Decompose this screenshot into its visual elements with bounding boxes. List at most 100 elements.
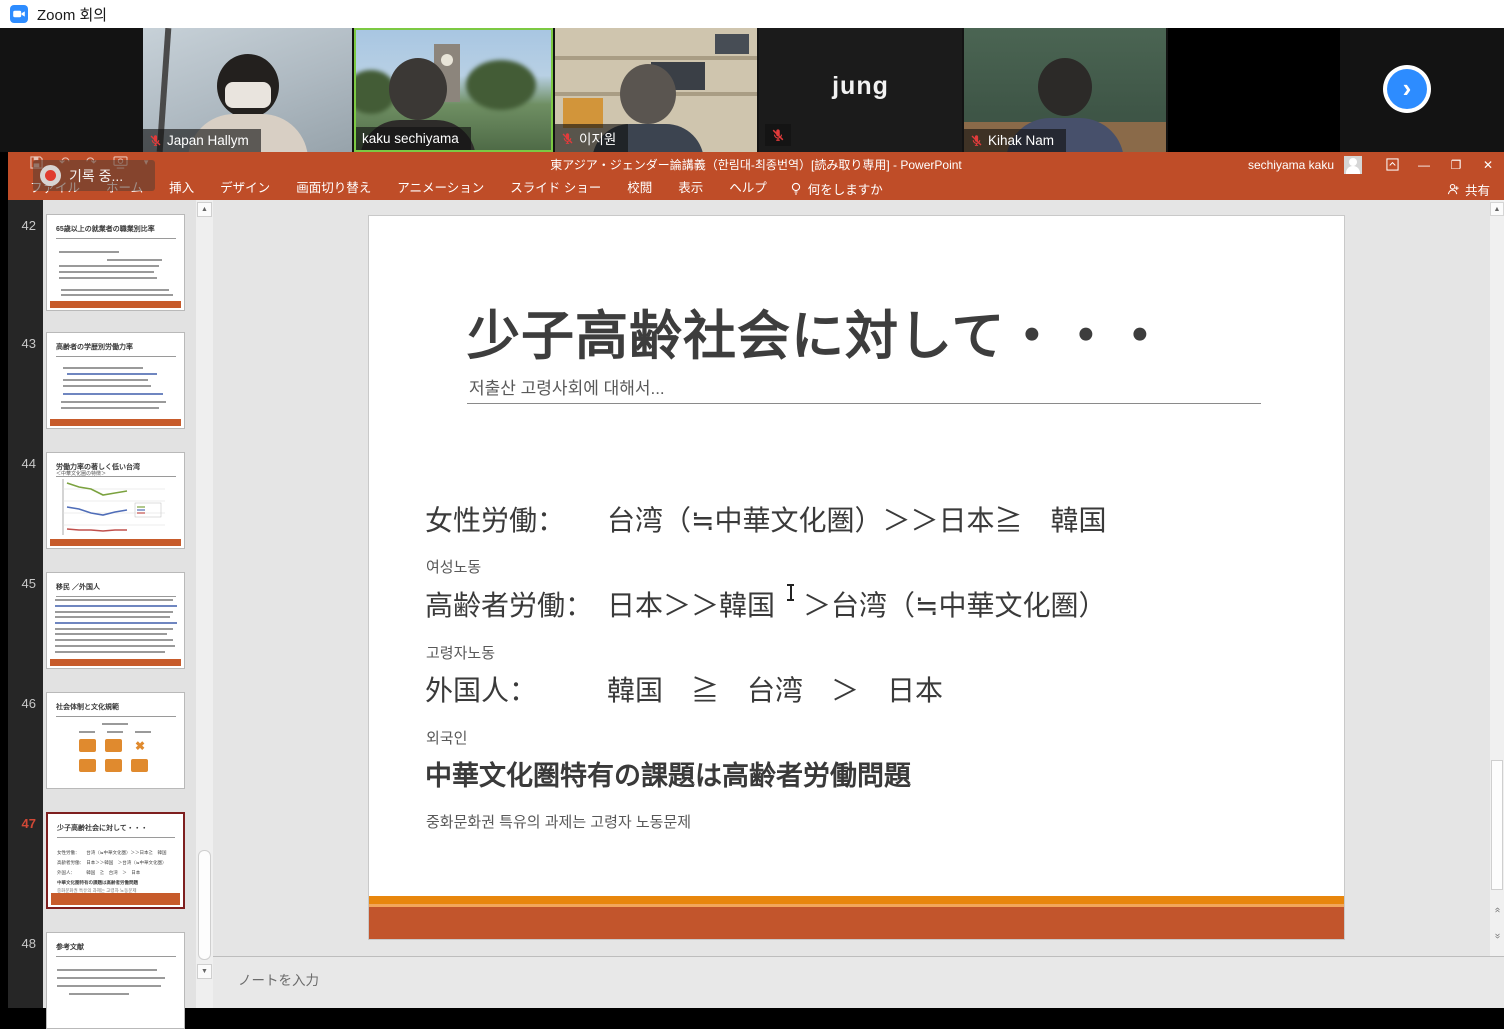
diagram-box	[105, 739, 122, 752]
participant-name-label: kaku sechiyama	[356, 127, 471, 150]
tab-slideshow[interactable]: スライド ショー	[497, 177, 614, 200]
tab-view[interactable]: 表示	[665, 177, 716, 200]
notes-placeholder[interactable]: ノートを入力	[238, 969, 319, 989]
tab-animations[interactable]: アニメーション	[384, 177, 497, 200]
face-mask	[225, 82, 271, 108]
ppt-body: 42 43 44 45 46 47 48 65歳以上の就業者の職業別比率	[8, 200, 1504, 1008]
scrollbar-thumb[interactable]	[198, 850, 211, 960]
slide-body-subline[interactable]: 여성노동	[426, 556, 481, 577]
ribbon-tab-row: ファイル ホーム 挿入 デザイン 画面切り替え アニメーション スライド ショー…	[8, 177, 1504, 200]
participant-tile-leejiwon[interactable]: 이지원	[555, 28, 757, 152]
participant-name: Kihak Nam	[988, 133, 1054, 148]
diagram-x-icon: ✖	[135, 739, 148, 752]
thumbnail-title: 社会体制と文化規範	[56, 702, 176, 717]
tab-transitions[interactable]: 画面切り替え	[283, 177, 384, 200]
tab-design[interactable]: デザイン	[207, 177, 283, 200]
thumbnail-panel-scrollbar[interactable]: ▲ ▼	[196, 200, 213, 1008]
previous-slide-button[interactable]: «	[1490, 900, 1504, 920]
slide-body-line[interactable]: 女性労働： 台湾（≒中華文化圏）＞＞日本≧ 韓国	[425, 499, 1107, 539]
account-avatar[interactable]	[1344, 156, 1362, 174]
main-scrollbar[interactable]: ▲ « »	[1490, 200, 1504, 956]
tab-review[interactable]: 校閲	[614, 177, 665, 200]
participant-silhouette	[620, 64, 676, 124]
thumbnail-title: 移民 ／外国人	[56, 582, 176, 597]
thumbnail-title: 少子高齢社会に対して・・・	[57, 823, 175, 838]
slide-number: 44	[8, 456, 36, 471]
slide-body-line[interactable]: 外国人： 韓国 ≧ 台湾 ＞ 日本	[425, 669, 943, 709]
ppt-titlebar: ↶ ↷ ▾ 기록 중... 東アジア・ジェンダー論講義（한림대-최종번역）[読み…	[8, 152, 1504, 177]
slide-subtitle[interactable]: 저출산 고령사회에 대해서...	[469, 374, 665, 399]
participant-name: jung	[759, 72, 962, 101]
thumbnail-slide-48[interactable]: 参考文献	[46, 932, 185, 1029]
participant-name-label: 이지원	[555, 124, 628, 152]
slide-body-line[interactable]: 中華文化圏特有の課題は高齢者労働問題	[425, 754, 911, 793]
notes-pane[interactable]: ノートを入力	[213, 956, 1504, 1008]
restore-button[interactable]: ❐	[1440, 152, 1472, 177]
gallery-next-page-button[interactable]: ›	[1383, 65, 1431, 113]
close-button[interactable]: ✕	[1472, 152, 1504, 177]
participant-tile-black-video[interactable]	[1168, 28, 1340, 152]
participant-tile-kihak-nam[interactable]: Kihak Nam	[964, 28, 1166, 152]
powerpoint-window: ↶ ↷ ▾ 기록 중... 東アジア・ジェンダー論講義（한림대-최종번역）[読み…	[8, 152, 1504, 1008]
slide-number: 42	[8, 218, 36, 233]
books	[715, 34, 749, 54]
thumbnail-accent-bar	[51, 893, 180, 905]
next-slide-button[interactable]: »	[1490, 926, 1504, 946]
slide-body-subline[interactable]: 중화문화권 특유의 과제는 고령자 노동문제	[426, 811, 691, 832]
slide-title-divider	[467, 403, 1261, 404]
share-person-icon	[1447, 183, 1460, 196]
thumbnail-slide-43[interactable]: 高齢者の学歴別労働力率	[46, 332, 185, 429]
slide-title[interactable]: 少子高齢社会に対して・・・	[467, 294, 1167, 370]
ribbon-display-options-icon[interactable]	[1376, 152, 1408, 177]
thumbnail-slide-45[interactable]: 移民 ／外国人	[46, 572, 185, 669]
diagram-box	[79, 759, 96, 772]
participant-tile-japan-hallym[interactable]: Japan Hallym	[143, 28, 352, 152]
share-button[interactable]: 共有	[1447, 179, 1490, 199]
thumbnail-accent-bar	[50, 659, 181, 666]
thumbnail-chart	[55, 477, 175, 539]
participant-name: 이지원	[579, 128, 616, 148]
current-slide-canvas[interactable]: 少子高齢社会に対して・・・ 저출산 고령사회에 대해서... 女性労働： 台湾（…	[368, 215, 1345, 940]
tell-me-search[interactable]: 何をしますか	[790, 179, 883, 198]
participant-silhouette	[1038, 58, 1092, 116]
slide-body-line[interactable]: 高齢者労働： 日本＞＞韓国 ＞台湾（≒中華文化圏）	[425, 584, 1107, 624]
participant-tile-jung[interactable]: jung	[759, 28, 962, 152]
account-name[interactable]: sechiyama kaku	[1248, 158, 1334, 172]
scroll-up-icon[interactable]: ▲	[1490, 202, 1504, 216]
diagram-box	[105, 759, 122, 772]
background-trees	[466, 60, 536, 110]
diagram-box	[79, 739, 96, 752]
thumbnail-title: 65歳以上の就業者の職業別比率	[56, 224, 176, 239]
thumbnail-slide-47-selected[interactable]: 少子高齢社会に対して・・・ 女性労働： 台湾（≒中華文化圏）＞＞日本≧ 韓国 高…	[46, 812, 185, 909]
share-label: 共有	[1465, 180, 1490, 199]
minimize-button[interactable]: —	[1408, 152, 1440, 177]
participant-tile-kaku-sechiyama[interactable]: kaku sechiyama	[354, 28, 553, 152]
thumbnail-text-line: 外国人： 韓国 ≧ 台湾 ＞ 日本	[57, 870, 178, 876]
thumbnail-accent-bar	[50, 539, 181, 546]
scrollbar-thumb[interactable]	[1491, 760, 1503, 890]
thumbnail-text-line: 高齢者労働： 日本＞＞韓国 ＞台湾（≒中華文化圏）	[57, 860, 178, 866]
participant-silhouette	[389, 58, 447, 120]
bookshelf	[555, 56, 757, 60]
thumbnail-text-line: 女性労働： 台湾（≒中華文化圏）＞＞日本≧ 韓国	[57, 850, 178, 856]
slide-number: 45	[8, 576, 36, 591]
slide-number-selected: 47	[8, 816, 36, 831]
text-cursor	[786, 584, 796, 601]
slide-body-subline[interactable]: 외국인	[426, 727, 467, 748]
thumbnail-slide-46[interactable]: 社会体制と文化規範 ✖	[46, 692, 185, 789]
thumbnail-slide-44[interactable]: 労働力率の著しく低い台湾 ＜中華文化圏の特徴＞	[46, 452, 185, 549]
slide-body-subline[interactable]: 고령자노동	[426, 642, 495, 663]
tab-insert[interactable]: 挿入	[156, 177, 207, 200]
slide-editing-area: 少子高齢社会に対して・・・ 저출산 고령사회에 대해서... 女性労働： 台湾（…	[213, 200, 1490, 956]
thumbnail-accent-bar	[50, 301, 181, 308]
scroll-up-icon[interactable]: ▲	[197, 202, 212, 217]
thumbnail-slide-42[interactable]: 65歳以上の就業者の職業別比率	[46, 214, 185, 311]
zoom-window-titlebar: Zoom 회의	[0, 0, 1504, 28]
slide-number: 46	[8, 696, 36, 711]
thumbnail-title: 高齢者の学歴別労働力率	[56, 342, 176, 357]
participant-name: kaku sechiyama	[362, 131, 459, 146]
participant-name-label: Japan Hallym	[143, 129, 261, 152]
scroll-down-icon[interactable]: ▼	[197, 964, 212, 979]
lightbulb-icon	[790, 182, 802, 196]
tab-help[interactable]: ヘルプ	[716, 177, 780, 200]
